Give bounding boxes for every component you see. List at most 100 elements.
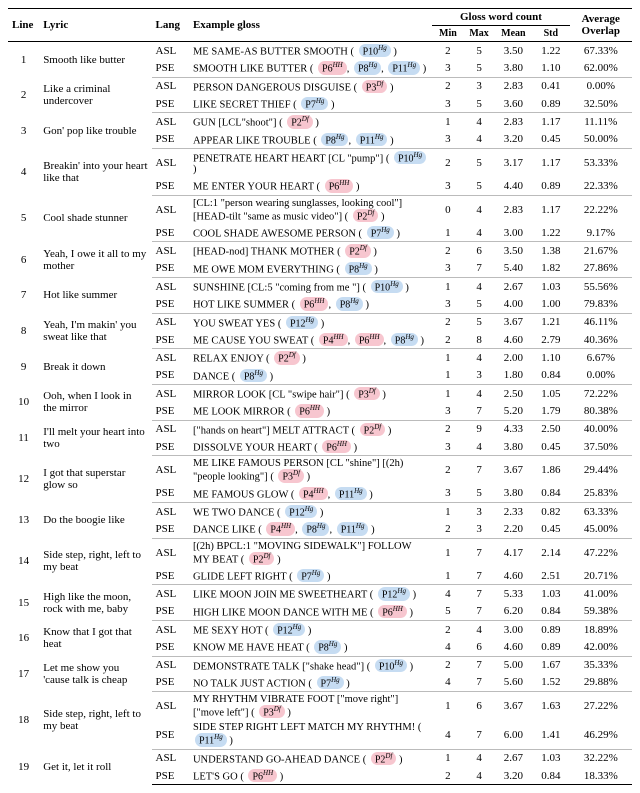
std-cell: 1.03: [532, 749, 569, 767]
min-cell: 3: [432, 177, 463, 195]
std-cell: 1.22: [532, 224, 569, 242]
max-cell: 6: [464, 242, 495, 260]
lang-cell: PSE: [152, 485, 189, 503]
line-number: 6: [8, 242, 39, 278]
ovl-cell: 80.38%: [570, 402, 632, 420]
ovl-cell: 32.50%: [570, 95, 632, 113]
gloss-cell: ME CAUSE YOU SWEAT ( P4HH, P6HH, P8Hg ): [189, 331, 432, 349]
mean-cell: 2.83: [495, 77, 532, 95]
col-std: Std: [532, 26, 569, 42]
min-cell: 1: [432, 113, 463, 131]
mean-cell: 5.40: [495, 260, 532, 278]
participant-tag: P2Df: [287, 115, 313, 128]
line-number: 8: [8, 313, 39, 349]
line-number: 17: [8, 656, 39, 692]
line-number: 3: [8, 113, 39, 149]
participant-tag: P8Hg: [391, 333, 418, 346]
mean-cell: 3.50: [495, 242, 532, 260]
std-cell: 1.17: [532, 148, 569, 177]
gloss-cell: ME FAMOUS GLOW ( P4HH, P11Hg ): [189, 485, 432, 503]
mean-cell: 3.80: [495, 485, 532, 503]
min-cell: 2: [432, 656, 463, 674]
line-number: 4: [8, 148, 39, 195]
gloss-cell: SIDE STEP RIGHT LEFT MATCH MY RHYTHM! ( …: [189, 720, 432, 749]
min-cell: 5: [432, 603, 463, 621]
participant-tag: P2Df: [249, 552, 275, 565]
max-cell: 5: [464, 148, 495, 177]
lyric-cell: Breakin' into your heart like that: [39, 148, 151, 195]
mean-cell: 4.60: [495, 567, 532, 585]
table-row: 14Side step, right, left to my beatASL[(…: [8, 538, 632, 567]
std-cell: 1.10: [532, 59, 569, 77]
table-row: 18Side step, right, left to my beatASLMY…: [8, 692, 632, 721]
min-cell: 3: [432, 95, 463, 113]
lang-cell: ASL: [152, 242, 189, 260]
std-cell: 0.84: [532, 767, 569, 785]
gloss-cell: YOU SWEAT YES ( P12Hg ): [189, 313, 432, 331]
participant-tag: P3Df: [278, 469, 304, 482]
ovl-cell: 40.36%: [570, 331, 632, 349]
std-cell: 1.10: [532, 349, 569, 367]
lang-cell: PSE: [152, 59, 189, 77]
mean-cell: 1.80: [495, 367, 532, 385]
gloss-cell: HOT LIKE SUMMER ( P6HH, P8Hg ): [189, 295, 432, 313]
participant-tag: P6HH: [325, 179, 354, 192]
col-overlap: Average Overlap: [570, 9, 632, 42]
gloss-cell: NO TALK JUST ACTION ( P7Hg ): [189, 674, 432, 692]
participant-tag: P10Hg: [371, 280, 403, 293]
min-cell: 2: [432, 620, 463, 638]
max-cell: 5: [464, 59, 495, 77]
gloss-cell: SUNSHINE [CL:5 "coming from me "] ( P10H…: [189, 277, 432, 295]
max-cell: 3: [464, 502, 495, 520]
participant-tag: P6HH: [378, 605, 407, 618]
ovl-cell: 53.33%: [570, 148, 632, 177]
gloss-cell: ME LIKE FAMOUS PERSON [CL "shine"] [(2h)…: [189, 456, 432, 485]
max-cell: 4: [464, 349, 495, 367]
gloss-table: Line Lyric Lang Example gloss Gloss word…: [8, 8, 632, 785]
participant-tag: P6HH: [355, 333, 384, 346]
ovl-cell: 29.88%: [570, 674, 632, 692]
ovl-cell: 9.17%: [570, 224, 632, 242]
lang-cell: ASL: [152, 77, 189, 95]
max-cell: 4: [464, 749, 495, 767]
col-mean: Mean: [495, 26, 532, 42]
max-cell: 4: [464, 438, 495, 456]
max-cell: 7: [464, 585, 495, 603]
std-cell: 2.14: [532, 538, 569, 567]
ovl-cell: 47.22%: [570, 538, 632, 567]
ovl-cell: 22.22%: [570, 195, 632, 224]
participant-tag: P7Hg: [317, 676, 344, 689]
std-cell: 1.00: [532, 295, 569, 313]
max-cell: 4: [464, 195, 495, 224]
min-cell: 2: [432, 420, 463, 438]
lang-cell: PSE: [152, 438, 189, 456]
gloss-cell: LIKE MOON JOIN ME SWEETHEART ( P12Hg ): [189, 585, 432, 603]
min-cell: 2: [432, 148, 463, 177]
max-cell: 6: [464, 692, 495, 721]
lang-cell: ASL: [152, 349, 189, 367]
gloss-cell: APPEAR LIKE TROUBLE ( P8Hg, P11Hg ): [189, 131, 432, 149]
mean-cell: 2.83: [495, 195, 532, 224]
max-cell: 5: [464, 177, 495, 195]
max-cell: 9: [464, 420, 495, 438]
min-cell: 3: [432, 295, 463, 313]
std-cell: 1.17: [532, 195, 569, 224]
min-cell: 3: [432, 59, 463, 77]
mean-cell: 5.33: [495, 585, 532, 603]
ovl-cell: 29.44%: [570, 456, 632, 485]
std-cell: 1.63: [532, 692, 569, 721]
lyric-cell: Cool shade stunner: [39, 195, 151, 242]
min-cell: 2: [432, 520, 463, 538]
participant-tag: P4HH: [299, 487, 328, 500]
participant-tag: P7Hg: [297, 569, 324, 582]
std-cell: 1.41: [532, 720, 569, 749]
participant-tag: P8Hg: [345, 262, 372, 275]
ovl-cell: 72.22%: [570, 384, 632, 402]
std-cell: 1.21: [532, 313, 569, 331]
lyric-cell: I'll melt your heart into two: [39, 420, 151, 456]
ovl-cell: 46.11%: [570, 313, 632, 331]
std-cell: 1.05: [532, 384, 569, 402]
participant-tag: P12Hg: [285, 505, 317, 518]
line-number: 10: [8, 384, 39, 420]
lyric-cell: Yeah, I'm makin' you sweat like that: [39, 313, 151, 349]
